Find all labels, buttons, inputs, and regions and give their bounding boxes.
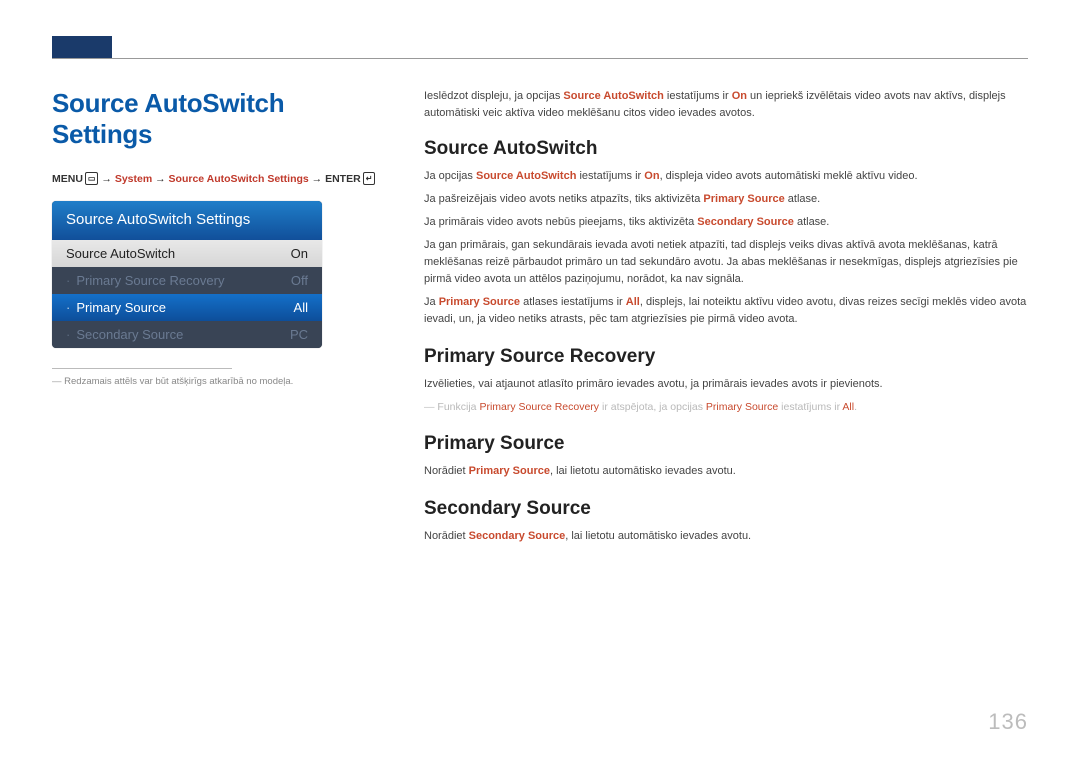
page-number: 136 <box>988 709 1028 735</box>
footnote-divider <box>52 368 232 369</box>
osd-row-primary-source-recovery[interactable]: Primary Source Recovery Off <box>52 267 322 294</box>
s2-note: Funkcija Primary Source Recovery ir atsp… <box>424 400 1028 416</box>
osd-label: Source AutoSwitch <box>66 246 175 261</box>
page-title: Source AutoSwitch Settings <box>52 88 382 150</box>
osd-label: Secondary Source <box>66 327 183 342</box>
breadcrumb: MENU▭ → System → Source AutoSwitch Setti… <box>52 172 382 187</box>
heading-primary-source: Primary Source <box>424 433 1028 455</box>
s1-p4: Ja gan primārais, gan sekundārais ievada… <box>424 237 1028 288</box>
intro-paragraph: Ieslēdzot displeju, ja opcijas Source Au… <box>424 88 1028 122</box>
osd-title: Source AutoSwitch Settings <box>52 201 322 240</box>
osd-value: PC <box>290 327 308 342</box>
left-column: Source AutoSwitch Settings MENU▭ → Syste… <box>52 88 382 551</box>
header-tab <box>52 36 112 58</box>
breadcrumb-settings: Source AutoSwitch Settings <box>169 173 309 185</box>
osd-label: Primary Source <box>66 300 166 315</box>
breadcrumb-system: System <box>115 173 152 185</box>
s3-p1: Norādiet Primary Source, lai lietotu aut… <box>424 463 1028 480</box>
breadcrumb-sep: → <box>309 173 325 185</box>
breadcrumb-menu: MENU <box>52 173 83 185</box>
osd-value: On <box>291 246 308 261</box>
right-column: Ieslēdzot displeju, ja opcijas Source Au… <box>424 88 1028 551</box>
breadcrumb-sep: → <box>98 173 114 185</box>
osd-row-source-autoswitch[interactable]: Source AutoSwitch On <box>52 240 322 267</box>
header-rule <box>52 58 1028 59</box>
breadcrumb-enter: ENTER <box>325 173 361 185</box>
s2-p1: Izvēlieties, vai atjaunot atlasīto primā… <box>424 376 1028 393</box>
osd-row-primary-source[interactable]: Primary Source All <box>52 294 322 321</box>
s1-p2: Ja pašreizējais video avots netiks atpaz… <box>424 191 1028 208</box>
osd-value: Off <box>291 273 308 288</box>
osd-panel: Source AutoSwitch Settings Source AutoSw… <box>52 201 322 348</box>
heading-source-autoswitch: Source AutoSwitch <box>424 138 1028 160</box>
s1-p5: Ja Primary Source atlases iestatījums ir… <box>424 294 1028 328</box>
s1-p3: Ja primārais video avots nebūs pieejams,… <box>424 214 1028 231</box>
page-content: Source AutoSwitch Settings MENU▭ → Syste… <box>52 88 1028 551</box>
heading-primary-source-recovery: Primary Source Recovery <box>424 346 1028 368</box>
s1-p1: Ja opcijas Source AutoSwitch iestatījums… <box>424 168 1028 185</box>
s4-p1: Norādiet Secondary Source, lai lietotu a… <box>424 528 1028 545</box>
osd-row-secondary-source[interactable]: Secondary Source PC <box>52 321 322 348</box>
osd-value: All <box>294 300 308 315</box>
menu-icon: ▭ <box>85 172 99 185</box>
osd-label: Primary Source Recovery <box>66 273 224 288</box>
breadcrumb-sep: → <box>152 173 168 185</box>
model-footnote: Redzamais attēls var būt atšķirīgs atkar… <box>52 375 382 389</box>
enter-icon: ↵ <box>363 172 376 185</box>
heading-secondary-source: Secondary Source <box>424 498 1028 520</box>
